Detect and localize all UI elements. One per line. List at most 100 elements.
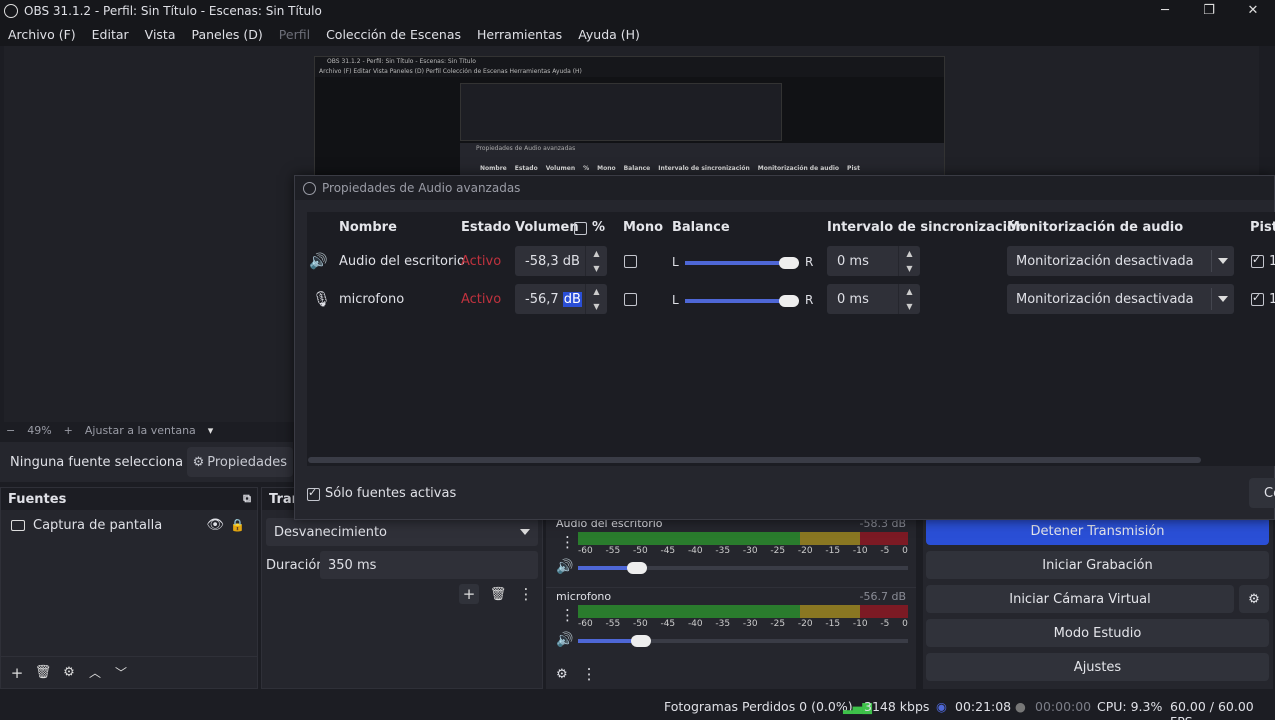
meter-scale: -60 -55 -50 -45 -40 -35 -30 -25 -20 -15 -10 -5 0 bbox=[578, 619, 908, 629]
nested-col: % bbox=[583, 165, 590, 172]
zoom-in-button[interactable]: + bbox=[58, 424, 79, 437]
menu-editar[interactable]: Editar bbox=[84, 27, 137, 42]
menu-herramientas[interactable]: Herramientas bbox=[469, 27, 570, 42]
mono-checkbox[interactable] bbox=[624, 293, 637, 306]
menu-paneles[interactable]: Paneles (D) bbox=[184, 27, 271, 42]
chevron-down-icon: ▼ bbox=[593, 302, 600, 311]
col-sync: Intervalo de sincronización bbox=[827, 220, 1026, 235]
nested-dialog: Propiedades de Audio avanzadas Nombre Es… bbox=[460, 143, 944, 175]
nested-col: Intervalo de sincronización bbox=[658, 165, 750, 172]
stop-stream-button[interactable]: Detener Transmisión bbox=[926, 517, 1269, 545]
only-active-label[interactable]: Sólo fuentes activas bbox=[325, 486, 456, 501]
obs-logo-icon bbox=[303, 181, 316, 195]
mono-checkbox[interactable] bbox=[624, 255, 637, 268]
virtual-camera-button[interactable]: Iniciar Cámara Virtual bbox=[926, 585, 1234, 613]
audio-mixer: Audio del escritorio -58.3 dB ⋮ -60 -55 -5… bbox=[546, 515, 916, 689]
add-icon[interactable]: + bbox=[7, 663, 27, 683]
sync-offset-input[interactable]: 0 ms ▲ ▼ bbox=[827, 284, 920, 314]
percent-checkbox[interactable] bbox=[574, 222, 587, 235]
speaker-icon[interactable]: 🔊 bbox=[556, 632, 573, 648]
volume-meter bbox=[578, 532, 908, 545]
sync-value: 0 ms bbox=[837, 291, 869, 307]
monitor-select[interactable]: Monitorización desactivada bbox=[1007, 284, 1234, 314]
advanced-audio-gear-icon[interactable]: ⚙ bbox=[556, 667, 568, 682]
volume-input[interactable]: -56,7 dB ▲ ▼ bbox=[515, 284, 607, 314]
maximize-button[interactable]: ❐ bbox=[1187, 0, 1231, 22]
kebab-menu-icon[interactable]: ⋮ bbox=[560, 533, 575, 551]
close-button[interactable]: ✕ bbox=[1231, 0, 1275, 22]
track-checkbox[interactable] bbox=[1251, 291, 1264, 306]
fit-window-label[interactable]: Ajustar a la ventana bbox=[79, 424, 202, 437]
menu-ayuda[interactable]: Ayuda (H) bbox=[570, 27, 648, 42]
mixer-channel: microfono -56.7 dB ⋮ -60 -55 -50 -45 -40 -35-… bbox=[546, 587, 916, 659]
lock-icon[interactable]: 🔒 bbox=[230, 518, 245, 532]
title-bar: OBS 31.1.2 - Perfil: Sin Título - Escena… bbox=[0, 0, 1275, 22]
chevron-up-icon: ▲ bbox=[906, 287, 913, 296]
channel-db: -56.7 dB bbox=[859, 590, 907, 603]
volume-slider[interactable] bbox=[578, 562, 908, 574]
chevron-up-icon: ▲ bbox=[906, 249, 913, 258]
horizontal-scrollbar[interactable] bbox=[308, 457, 1201, 463]
menu-perfil[interactable]: Perfil bbox=[271, 27, 318, 42]
trash-icon[interactable]: 🗑 bbox=[488, 584, 508, 604]
eye-icon[interactable]: 👁 bbox=[206, 517, 224, 533]
volume-input[interactable]: -58,3 dB ▲ ▼ bbox=[515, 246, 607, 276]
monitor-select[interactable]: Monitorización desactivada bbox=[1007, 246, 1234, 276]
volume-value: -58,3 dB bbox=[525, 253, 580, 269]
gear-icon: ⚙ bbox=[192, 454, 205, 470]
transition-select[interactable]: Desvanecimiento bbox=[266, 518, 538, 546]
col-pistas: Pista bbox=[1250, 220, 1275, 235]
dialog-titlebar: Propiedades de Audio avanzadas bbox=[295, 176, 1274, 200]
menu-vista[interactable]: Vista bbox=[137, 27, 184, 42]
virtual-camera-settings-gear-icon[interactable]: ⚙ bbox=[1239, 585, 1269, 613]
sync-offset-input[interactable]: 0 ms ▲ ▼ bbox=[827, 246, 920, 276]
add-icon[interactable]: + bbox=[459, 584, 479, 604]
fps: 60.00 / 60.00 FPS bbox=[1170, 699, 1254, 720]
nested-col: Nombre bbox=[480, 165, 507, 172]
properties-button[interactable]: ⚙ Propiedades bbox=[186, 447, 293, 477]
menu-archivo[interactable]: Archivo (F) bbox=[0, 27, 84, 42]
duration-input[interactable]: 350 ms bbox=[320, 551, 538, 579]
col-mono: Mono bbox=[623, 220, 664, 235]
microphone-icon: 🎙 bbox=[312, 290, 332, 308]
menu-coleccion[interactable]: Colección de Escenas bbox=[318, 27, 469, 42]
speaker-icon: 🔊 bbox=[309, 252, 328, 270]
col-nombre: Nombre bbox=[339, 220, 397, 235]
col-volumen: Volumen bbox=[515, 220, 579, 235]
balance-slider[interactable] bbox=[685, 257, 799, 269]
kebab-menu-icon[interactable]: ⋮ bbox=[516, 584, 536, 604]
col-balance: Balance bbox=[672, 220, 730, 235]
dropped-frames: Fotogramas Perdidos 0 (0.0%) bbox=[664, 699, 853, 714]
studio-mode-button[interactable]: Modo Estudio bbox=[926, 619, 1269, 647]
track-checkbox[interactable] bbox=[1251, 253, 1264, 268]
volume-slider[interactable] bbox=[578, 635, 908, 647]
source-info-bar: Ninguna fuente seleccionad ⚙ Propiedades bbox=[0, 442, 293, 482]
chevron-up-icon: ▲ bbox=[593, 249, 600, 258]
chevron-up-icon: ▲ bbox=[593, 287, 600, 296]
kebab-menu-icon[interactable]: ⋮ bbox=[560, 606, 575, 624]
chevron-down-icon[interactable]: ﹀ bbox=[111, 663, 131, 683]
gear-icon[interactable]: ⚙ bbox=[59, 663, 79, 683]
sources-toolbar: + 🗑 ⚙ ︿ ﹀ bbox=[1, 656, 257, 688]
dialog-close-button[interactable]: Ce bbox=[1249, 478, 1275, 508]
col-percent: % bbox=[592, 220, 606, 235]
window-title: OBS 31.1.2 - Perfil: Sin Título - Escena… bbox=[24, 4, 322, 18]
monitor-value: Monitorización desactivada bbox=[1016, 253, 1194, 269]
minimize-button[interactable]: ─ bbox=[1143, 0, 1187, 22]
only-active-checkbox[interactable] bbox=[307, 486, 320, 501]
settings-button[interactable]: Ajustes bbox=[926, 653, 1269, 681]
track-label: 1 bbox=[1269, 254, 1275, 269]
speaker-icon[interactable]: 🔊 bbox=[556, 559, 573, 575]
chevron-down-icon: ▼ bbox=[906, 302, 913, 311]
trash-icon[interactable]: 🗑 bbox=[33, 663, 53, 683]
list-item[interactable]: Captura de pantalla 👁 🔒 bbox=[1, 510, 257, 540]
balance-slider[interactable] bbox=[685, 295, 799, 307]
obs-logo-icon bbox=[4, 4, 18, 18]
zoom-out-button[interactable]: − bbox=[0, 424, 21, 437]
row-name: Audio del escritorio bbox=[339, 254, 465, 269]
undock-icon[interactable]: ⧉ bbox=[243, 492, 251, 506]
start-recording-button[interactable]: Iniciar Grabación bbox=[926, 551, 1269, 579]
chevron-up-icon[interactable]: ︿ bbox=[85, 663, 105, 683]
kebab-menu-icon[interactable]: ⋮ bbox=[582, 665, 597, 683]
chevron-down-icon[interactable]: ▾ bbox=[202, 424, 220, 437]
